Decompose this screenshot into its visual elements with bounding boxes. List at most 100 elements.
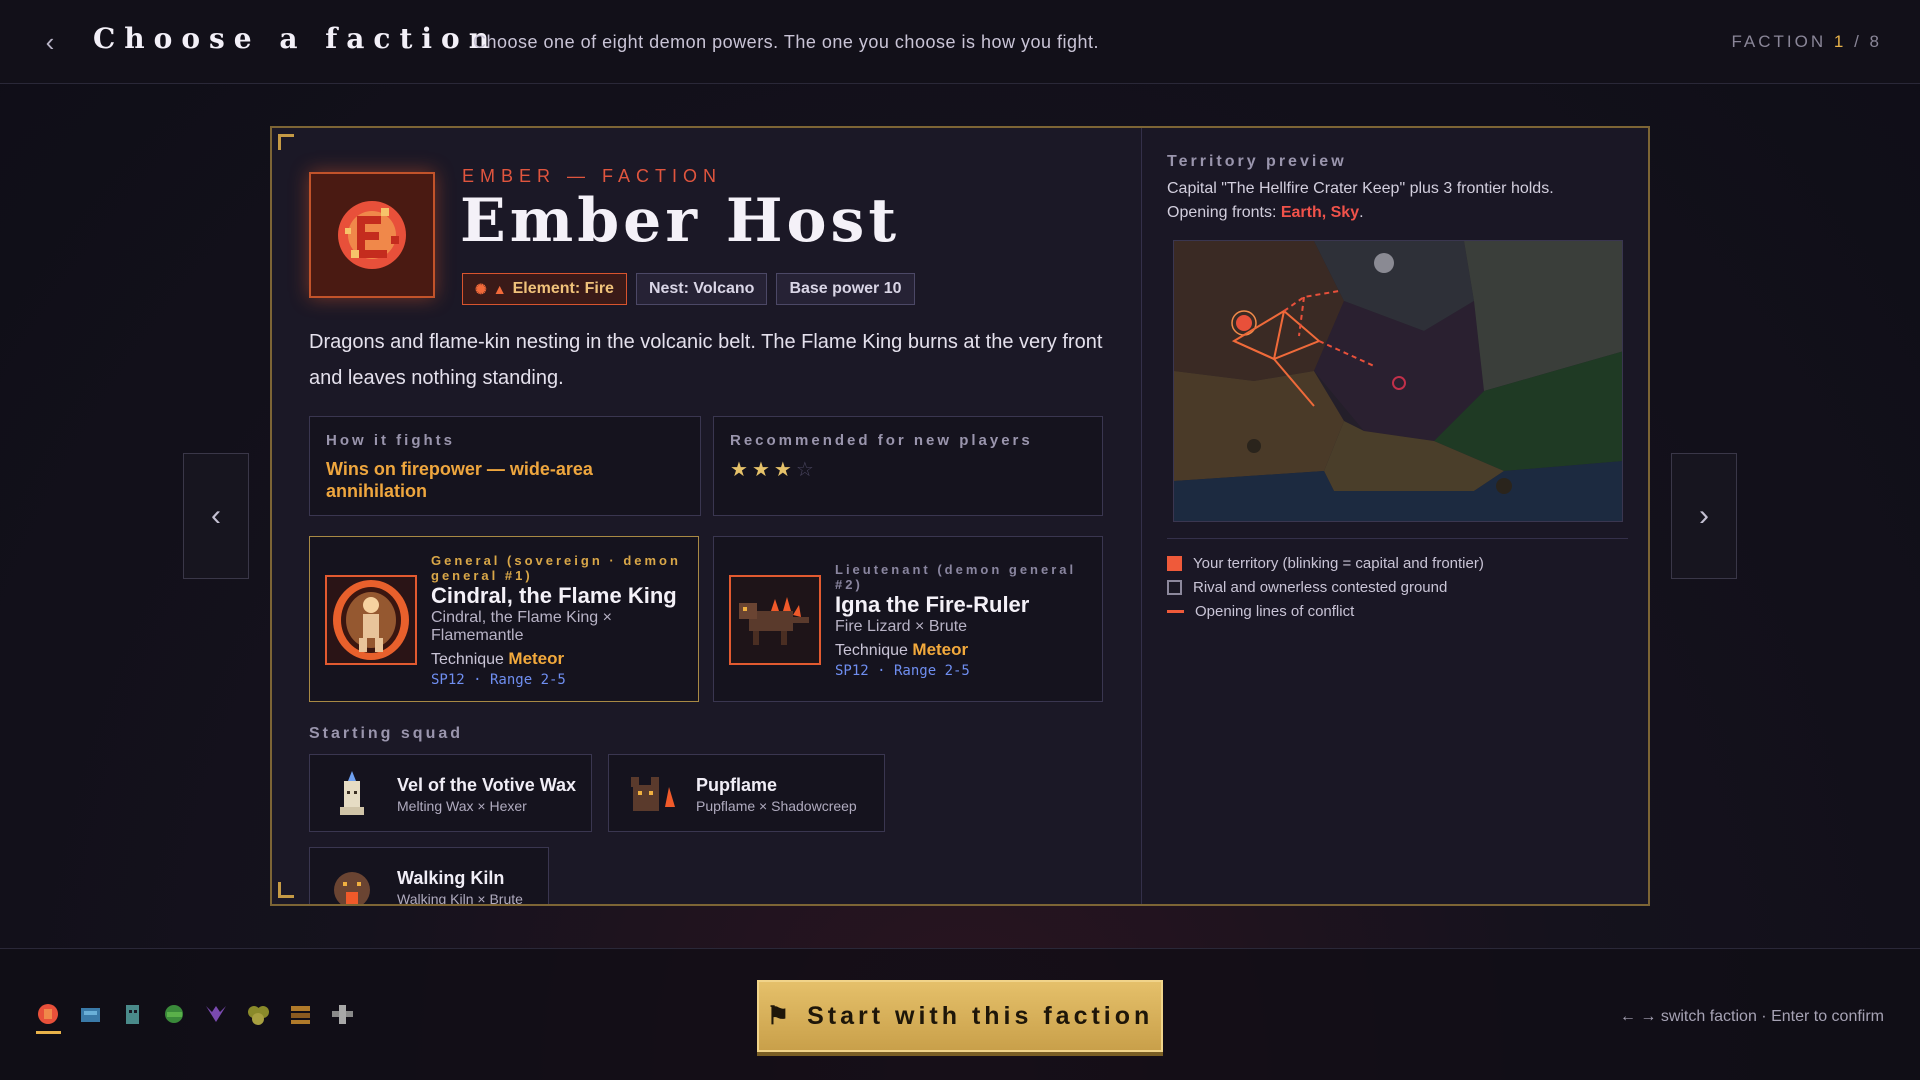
squad-item-name: Pupflame (696, 775, 778, 795)
chevron-right-icon: › (1699, 499, 1709, 532)
general-technique: Technique Meteor (431, 649, 691, 669)
territory-label: Territory preview (1167, 153, 1347, 170)
technique-value: Meteor (912, 640, 969, 659)
fire-lizard-portrait-icon (729, 575, 821, 665)
nest-tag: Nest: Volcano (635, 273, 768, 305)
squad-item-name: Walking Kiln (397, 868, 505, 888)
chevron-left-icon: ‹ (211, 499, 221, 532)
legend-your-territory: Your territory (blinking = capital and f… (1167, 555, 1484, 572)
start-faction-button[interactable]: ⚑ Start with this faction (757, 980, 1163, 1052)
fire-dragon-emblem-icon (309, 172, 435, 298)
technique-label: Technique (835, 642, 908, 659)
next-faction-button[interactable]: › (1671, 453, 1737, 579)
legend-label: Your territory (blinking = capital and f… (1193, 555, 1484, 572)
squad-item-lineage: Walking Kiln × Brute (397, 891, 523, 906)
flag-icon: ⚑ (766, 1002, 794, 1030)
star-icon: ★ (751, 459, 774, 481)
lieutenant-name: Igna the Fire-Ruler (835, 592, 1030, 617)
technique-value: Meteor (508, 649, 565, 668)
shadow-faction-icon[interactable] (120, 1002, 145, 1027)
squad-item[interactable]: Vel of the Votive Wax Melting Wax × Hexe… (309, 754, 592, 832)
legend-contested: Rival and ownerless contested ground (1167, 579, 1447, 596)
faction-selector (36, 1002, 355, 1034)
lieutenant-lineage: Fire Lizard × Brute (835, 618, 968, 635)
technique-label: Technique (431, 651, 504, 668)
faction-counter-current: 1 (1833, 32, 1847, 51)
fronts-prefix: Opening fronts: (1167, 204, 1281, 221)
how-it-fights-label: How it fights (326, 432, 455, 449)
forest-faction-icon[interactable] (162, 1002, 187, 1027)
lieutenant-card[interactable]: Lieutenant (demon general #2) Igna the F… (713, 536, 1103, 702)
general-name: Cindral, the Flame King (431, 583, 677, 608)
squad-item[interactable]: Pupflame Pupflame × Shadowcreep (608, 754, 885, 832)
dragon-icon: ✺ (475, 281, 487, 297)
page-title: Choose a faction (93, 22, 499, 55)
top-bar: ‹ Choose a faction Choose one of eight d… (0, 0, 1920, 84)
lieutenant-stats: SP12 · Range 2-5 (835, 663, 970, 679)
back-button[interactable]: ‹ (36, 26, 64, 58)
iron-faction-icon[interactable] (288, 1002, 313, 1027)
kiln-creature-icon (326, 860, 378, 904)
legend-label: Opening lines of conflict (1195, 603, 1355, 620)
territory-capital: Capital "The Hellfire Crater Keep" plus … (1167, 180, 1554, 197)
star-empty-icon: ☆ (795, 459, 818, 481)
faction-counter-total: 8 (1869, 32, 1882, 51)
how-it-fights-box: How it fights Wins on firepower — wide-a… (309, 416, 701, 516)
faction-description: Dragons and flame-kin nesting in the vol… (309, 331, 1103, 389)
how-it-fights-value: Wins on firepower — wide-area annihilati… (326, 459, 593, 501)
general-role: General (sovereign · demon general #1) (431, 553, 681, 583)
start-faction-label: Start with this faction (807, 1001, 1154, 1030)
general-stats: SP12 · Range 2-5 (431, 672, 566, 688)
chevron-left-icon: ‹ (45, 27, 55, 57)
fire-faction-icon[interactable] (36, 1002, 61, 1034)
water-faction-icon[interactable] (78, 1002, 103, 1027)
squad-item-lineage: Pupflame × Shadowcreep (696, 798, 857, 814)
squad-item-lineage: Melting Wax × Hexer (397, 798, 527, 814)
earth-faction-icon[interactable] (246, 1002, 271, 1027)
page-subtitle: Choose one of eight demon powers. The on… (473, 32, 1100, 52)
faction-counter: FACTION 1 / 8 (1731, 32, 1882, 52)
faction-kicker: EMBER — FACTION (462, 166, 723, 186)
legend-swatch-line (1167, 610, 1184, 613)
legend-conflict-lines: Opening lines of conflict (1167, 603, 1354, 620)
legend-swatch-red (1167, 556, 1182, 571)
recommended-label: Recommended for new players (730, 432, 1033, 449)
territory-fronts: Opening fronts: Earth, Sky. (1167, 204, 1364, 222)
star-icon: ★ (730, 459, 752, 481)
recommended-rating: ★★★☆ (730, 457, 1086, 482)
bottom-bar: ⚑ Start with this faction ← → switch fac… (0, 948, 1920, 1080)
lieutenant-role: Lieutenant (demon general #2) (835, 562, 1077, 592)
flame-king-portrait-icon (325, 575, 417, 665)
flame-icon: ▲ (492, 281, 507, 297)
faction-details: EMBER — FACTION Ember Host ✺ ▲ Element: … (272, 128, 1141, 906)
keyboard-hint: ← → switch faction · Enter to confirm (1619, 1008, 1884, 1025)
faction-tags: ✺ ▲ Element: Fire Nest: Volcano Base pow… (462, 273, 915, 305)
fronts-value: Earth, Sky (1280, 204, 1360, 221)
legend-swatch-gray (1167, 580, 1182, 595)
general-lineage: Cindral, the Flame King × Flamemantle (431, 609, 612, 644)
candle-creature-icon (326, 767, 378, 819)
star-icon: ★ (773, 459, 796, 481)
power-tag: Base power 10 (776, 273, 915, 305)
faction-card: EMBER — FACTION Ember Host ✺ ▲ Element: … (270, 126, 1650, 906)
faction-name: Ember Host (460, 186, 901, 256)
territory-map[interactable] (1173, 240, 1623, 522)
lieutenant-info: Lieutenant (demon general #2) Igna the F… (835, 562, 1095, 679)
squad-label: Starting squad (309, 725, 464, 742)
void-faction-icon[interactable] (204, 1002, 229, 1027)
element-tag-label: Element: Fire (512, 280, 614, 297)
fronts-suffix: . (1359, 204, 1364, 221)
flame-pup-icon (625, 767, 677, 819)
previous-faction-button[interactable]: ‹ (183, 453, 249, 579)
squad-item[interactable]: Walking Kiln Walking Kiln × Brute (309, 847, 549, 906)
faction-counter-label: FACTION (1731, 32, 1827, 51)
territory-panel: Territory preview Capital "The Hellfire … (1141, 128, 1648, 904)
legend-label: Rival and ownerless contested ground (1193, 579, 1448, 596)
divider (1167, 538, 1628, 539)
squad-item-name: Vel of the Votive Wax (397, 775, 577, 795)
general-card[interactable]: General (sovereign · demon general #1) C… (309, 536, 699, 702)
recommended-box: Recommended for new players ★★★☆ (713, 416, 1103, 516)
lieutenant-technique: Technique Meteor (835, 640, 1095, 660)
faction-counter-sep: / (1854, 32, 1862, 51)
sky-faction-icon[interactable] (330, 1002, 355, 1027)
